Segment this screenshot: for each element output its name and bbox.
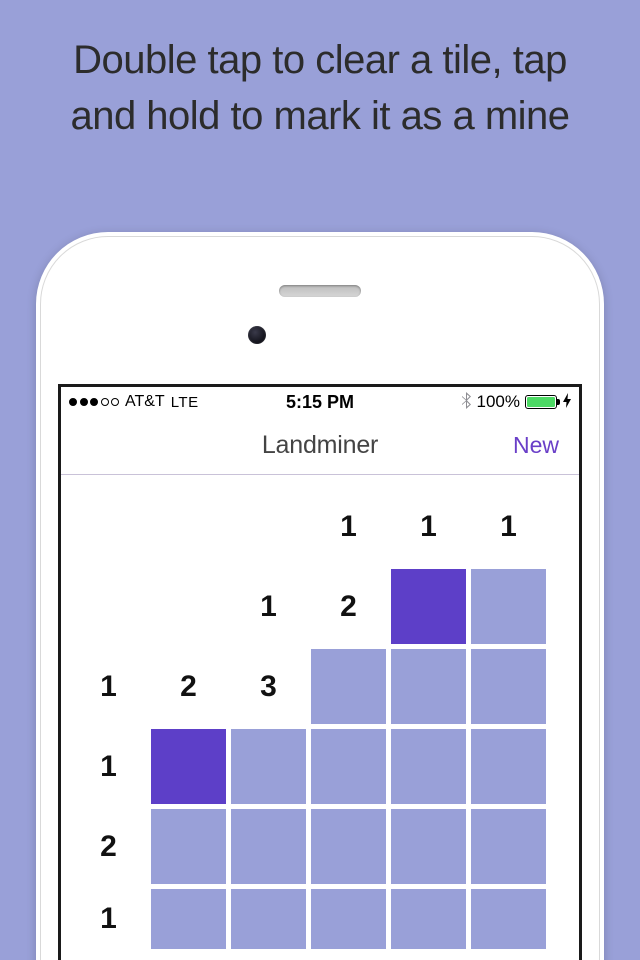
tile-number: 2 <box>151 649 226 724</box>
tile-covered[interactable] <box>151 889 226 949</box>
tile-covered[interactable] <box>471 809 546 884</box>
tile-empty <box>71 569 146 644</box>
tile-covered[interactable] <box>391 649 466 724</box>
speaker-grille-icon <box>279 285 361 297</box>
battery-icon <box>525 395 557 409</box>
tile-covered[interactable] <box>311 649 386 724</box>
board-row: 1 <box>71 729 569 804</box>
carrier-label: AT&T <box>125 393 165 411</box>
tile-covered[interactable] <box>151 809 226 884</box>
signal-strength-icon <box>69 398 119 406</box>
battery-percent-label: 100% <box>477 392 520 412</box>
game-board[interactable]: 11112123121 <box>61 475 579 949</box>
front-camera-icon <box>248 326 266 344</box>
tile-covered[interactable] <box>231 809 306 884</box>
tile-covered[interactable] <box>311 809 386 884</box>
tile-number: 1 <box>311 489 386 564</box>
tile-flagged[interactable] <box>151 729 226 804</box>
tile-number: 1 <box>71 729 146 804</box>
board-row: 123 <box>71 649 569 724</box>
headline-line-2: and hold to mark it as a mine <box>70 94 569 138</box>
board-row: 12 <box>71 569 569 644</box>
status-bar: AT&T LTE 5:15 PM 100% <box>61 387 579 417</box>
tile-covered[interactable] <box>311 889 386 949</box>
tile-covered[interactable] <box>391 889 466 949</box>
tile-empty <box>151 489 226 564</box>
promo-headline: Double tap to clear a tile, tap and hold… <box>0 0 640 144</box>
device-frame: AT&T LTE 5:15 PM 100% Landminer New 1111… <box>36 232 604 960</box>
tile-number: 1 <box>71 649 146 724</box>
app-title: Landminer <box>262 431 378 460</box>
tile-covered[interactable] <box>471 569 546 644</box>
tile-number: 1 <box>471 489 546 564</box>
bluetooth-icon <box>461 392 472 413</box>
tile-number: 1 <box>231 569 306 644</box>
tile-covered[interactable] <box>471 649 546 724</box>
new-game-button[interactable]: New <box>513 432 559 459</box>
board-row: 2 <box>71 809 569 884</box>
tile-number: 2 <box>311 569 386 644</box>
tile-covered[interactable] <box>391 809 466 884</box>
board-row: 111 <box>71 489 569 564</box>
clock-label: 5:15 PM <box>286 392 354 413</box>
headline-line-1: Double tap to clear a tile, tap <box>73 38 567 82</box>
tile-number: 3 <box>231 649 306 724</box>
tile-covered[interactable] <box>311 729 386 804</box>
tile-covered[interactable] <box>391 729 466 804</box>
device-screen: AT&T LTE 5:15 PM 100% Landminer New 1111… <box>58 384 582 960</box>
tile-empty <box>71 489 146 564</box>
board-row: 1 <box>71 889 569 949</box>
tile-covered[interactable] <box>471 729 546 804</box>
charging-bolt-icon <box>563 393 571 411</box>
tile-covered[interactable] <box>471 889 546 949</box>
tile-covered[interactable] <box>231 889 306 949</box>
network-type-label: LTE <box>171 394 199 411</box>
tile-number: 2 <box>71 809 146 884</box>
nav-bar: Landminer New <box>61 417 579 475</box>
tile-number: 1 <box>71 889 146 949</box>
tile-empty <box>231 489 306 564</box>
tile-empty <box>151 569 226 644</box>
tile-number: 1 <box>391 489 466 564</box>
tile-covered[interactable] <box>231 729 306 804</box>
tile-flagged[interactable] <box>391 569 466 644</box>
